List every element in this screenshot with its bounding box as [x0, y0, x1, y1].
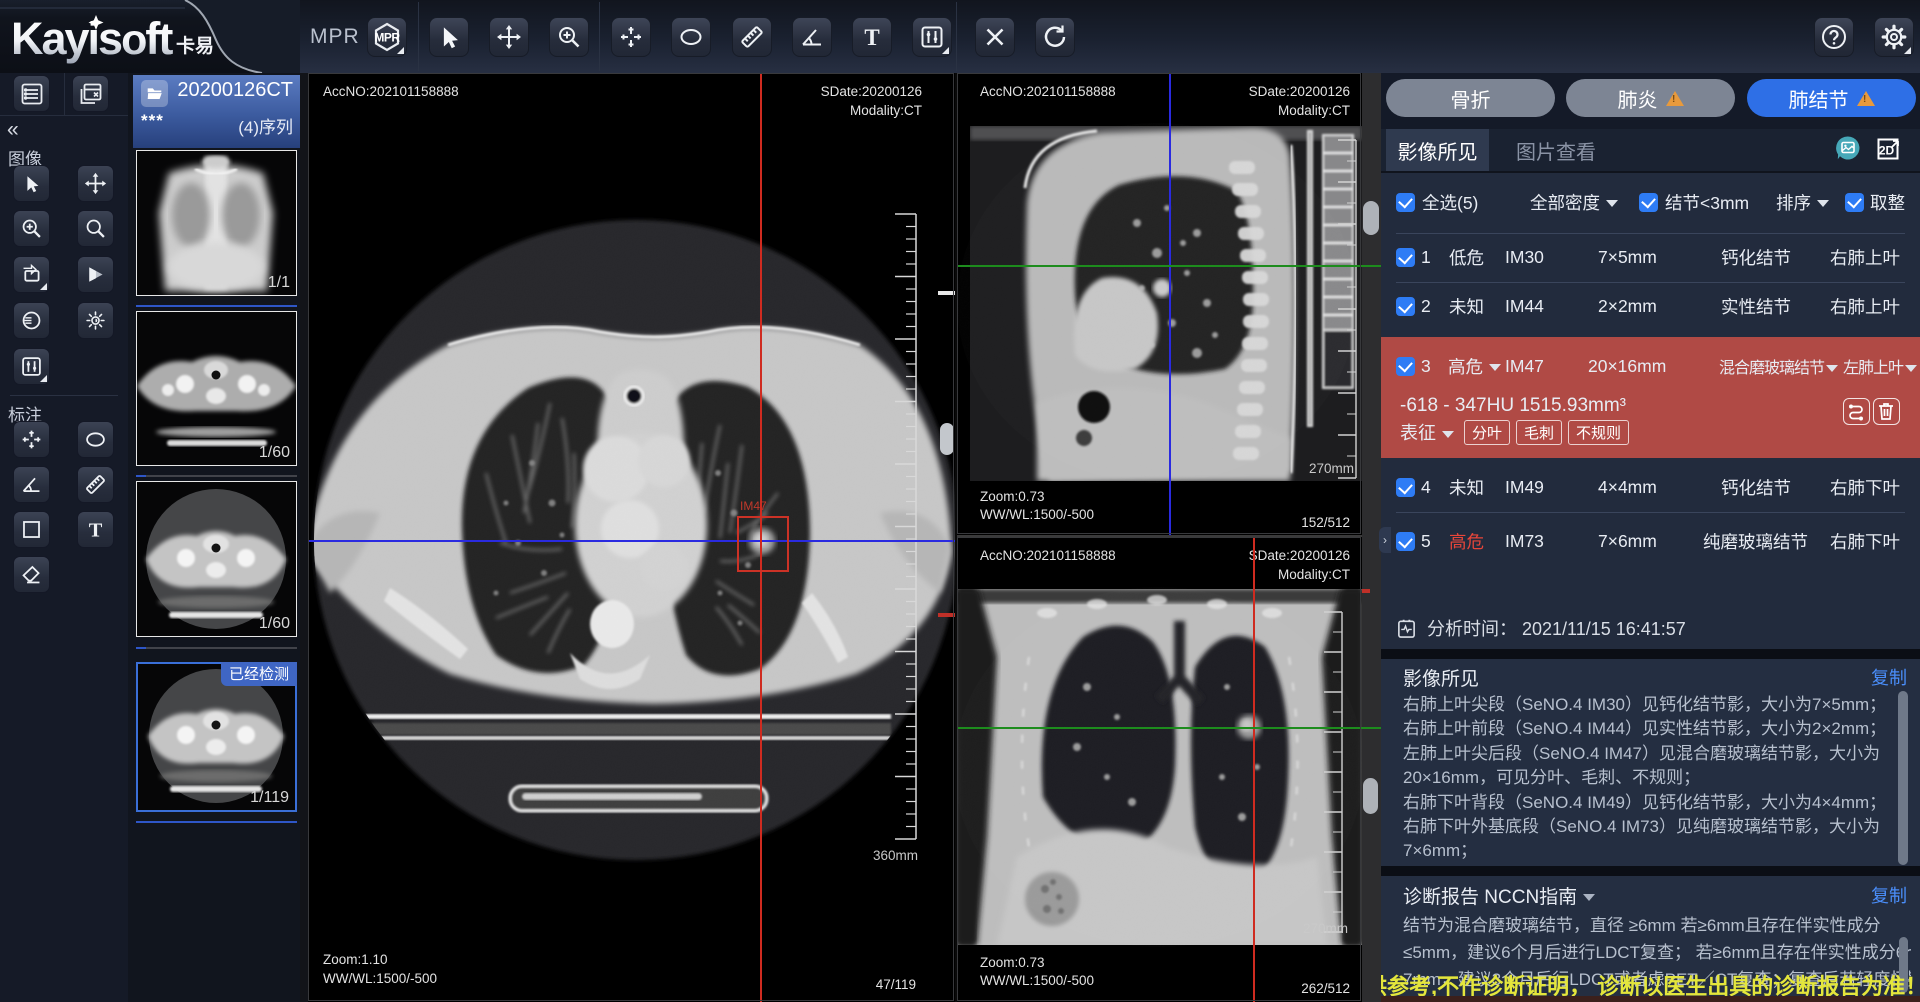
svg-text:MPR: MPR: [374, 31, 400, 45]
svg-text:T: T: [864, 25, 879, 50]
svg-text:Kayisoft: Kayisoft: [11, 13, 173, 64]
svg-text:卡易: 卡易: [176, 34, 214, 57]
svg-text:T: T: [89, 520, 103, 541]
